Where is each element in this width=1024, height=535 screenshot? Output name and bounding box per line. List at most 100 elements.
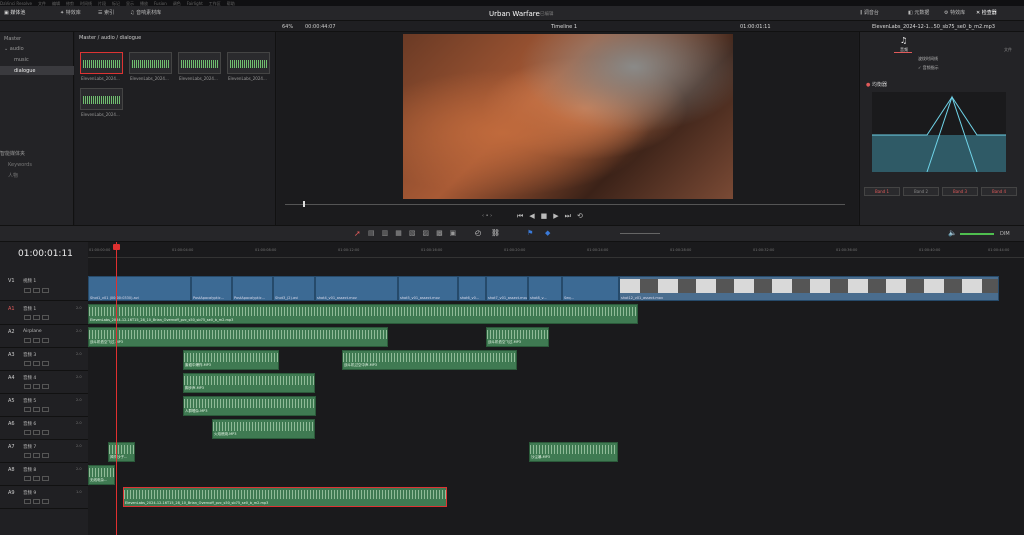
lock-button[interactable] bbox=[24, 407, 31, 412]
selection-tool-icon[interactable]: ➚ bbox=[354, 229, 361, 238]
pool-clip[interactable] bbox=[80, 88, 123, 110]
scrubber-track[interactable] bbox=[285, 204, 845, 205]
jog-control[interactable]: ‹ • › bbox=[482, 213, 492, 219]
video-clip[interactable]: Shot1_v01 (00:00:0330).avi bbox=[88, 276, 191, 301]
track-header-a2[interactable]: A2 Airplane 2.0 bbox=[0, 326, 88, 348]
sound-library-button[interactable]: ♫ 音响素材库 bbox=[130, 9, 161, 16]
video-clip[interactable]: shot7_v01_assect.mov bbox=[486, 276, 528, 301]
track-header-a9[interactable]: A9 音频 9 1.0 bbox=[0, 487, 88, 509]
eq-graph[interactable] bbox=[872, 92, 1006, 172]
zoom-slider[interactable] bbox=[620, 233, 660, 234]
bin-master[interactable]: Master bbox=[4, 36, 21, 42]
video-clip[interactable]: PostApocalyptic... bbox=[232, 276, 273, 301]
track-header-a4[interactable]: A4 音频 4 2.0 bbox=[0, 372, 88, 394]
solo-button[interactable] bbox=[33, 476, 40, 481]
timeline-name[interactable]: Timeline 1 bbox=[551, 24, 577, 30]
lock-button[interactable] bbox=[24, 430, 31, 435]
pool-clip[interactable] bbox=[80, 52, 123, 74]
audio-tab-icon[interactable]: ♫ bbox=[900, 36, 907, 45]
smart-bins[interactable]: 智能媒体夹 bbox=[0, 150, 25, 157]
eq-toggle-icon[interactable]: ● bbox=[866, 82, 870, 88]
edit-index-button[interactable]: ☰ 索引 bbox=[98, 9, 114, 16]
solo-button[interactable] bbox=[33, 499, 40, 504]
pool-clip[interactable] bbox=[227, 52, 270, 74]
effects-button[interactable]: ✦ 特效库 bbox=[60, 9, 81, 16]
eq-band-3[interactable]: Band 3 bbox=[942, 187, 978, 196]
edit-tools[interactable]: ▤▥▦▧▨▩▣ bbox=[368, 229, 463, 237]
link-icon[interactable]: ⛓ bbox=[491, 229, 500, 237]
bin-audio[interactable]: ⌄ audio bbox=[4, 46, 24, 52]
video-clip[interactable]: shot6_v0... bbox=[458, 276, 486, 301]
video-clip[interactable]: Shot3_(2).avi bbox=[273, 276, 315, 301]
pool-clip[interactable] bbox=[129, 52, 172, 74]
audio-clip[interactable]: 风吹沙子... bbox=[108, 442, 135, 462]
audio-clip[interactable]: ElevenLabs_2024-12-16T15_28_10_Brian_Ove… bbox=[88, 304, 638, 324]
metadata-button[interactable]: ◧ 元数据 bbox=[908, 9, 929, 16]
audio-clip[interactable]: 废墟中爆炸.MP3 bbox=[183, 350, 279, 370]
video-clip[interactable]: shot4_v01_assect.mov bbox=[315, 276, 398, 301]
track-header-a7[interactable]: A7 音频 7 2.0 bbox=[0, 441, 88, 463]
audio-clip[interactable]: 脚步声.MP3 bbox=[183, 373, 315, 393]
flag-icon[interactable]: ⚑ bbox=[527, 229, 533, 237]
pool-clip[interactable] bbox=[178, 52, 221, 74]
fairlight-fx-button[interactable]: ⚙ 特效库 bbox=[944, 9, 965, 16]
eq-header[interactable]: ● 均衡器 bbox=[866, 81, 887, 88]
mute-button[interactable] bbox=[42, 499, 49, 504]
eq-band-1[interactable]: Band 1 bbox=[864, 187, 900, 196]
viewer-frame[interactable] bbox=[403, 34, 733, 199]
option-ripple[interactable]: 波纹时间线 bbox=[918, 56, 938, 62]
zoom-level[interactable]: 64% bbox=[282, 24, 293, 30]
media-pool-button[interactable]: ▣ 媒体池 bbox=[4, 9, 25, 16]
smart-bin-people[interactable]: 人物 bbox=[8, 172, 18, 179]
track-header-a5[interactable]: A5 音频 5 2.0 bbox=[0, 395, 88, 417]
playhead[interactable] bbox=[116, 242, 117, 535]
volume-slider[interactable] bbox=[960, 233, 994, 235]
mute-button[interactable] bbox=[42, 453, 49, 458]
audio-clip[interactable]: 战斗机低空飞过.MP3 bbox=[88, 327, 388, 347]
track-header-a3[interactable]: A3 音频 3 2.0 bbox=[0, 349, 88, 371]
scrubber-handle[interactable] bbox=[303, 201, 305, 207]
marker-icon[interactable]: ◆ bbox=[545, 229, 550, 237]
mute-button[interactable] bbox=[42, 361, 49, 366]
video-clip[interactable]: shot8_v... bbox=[528, 276, 562, 301]
audio-clip[interactable]: 无线电杂... bbox=[88, 465, 115, 485]
lock-button[interactable] bbox=[24, 453, 31, 458]
mixer-button[interactable]: ⫼ 调音台 bbox=[860, 9, 879, 16]
track-header-a1[interactable]: A1 音频 1 2.0 bbox=[0, 303, 88, 325]
dim-button[interactable]: DIM bbox=[1000, 231, 1010, 237]
auto-track-button[interactable] bbox=[33, 288, 40, 293]
solo-button[interactable] bbox=[33, 384, 40, 389]
audio-clip[interactable]: 沙尘暴.MP3 bbox=[529, 442, 618, 462]
lock-button[interactable] bbox=[24, 338, 31, 343]
mute-button[interactable] bbox=[42, 407, 49, 412]
audio-clip[interactable]: 战斗机过空中声.MP3 bbox=[342, 350, 517, 370]
lock-button[interactable] bbox=[24, 476, 31, 481]
video-clip[interactable]: Seq... bbox=[562, 276, 619, 301]
track-header-a8[interactable]: A8 音频 8 2.0 bbox=[0, 464, 88, 486]
disable-button[interactable] bbox=[42, 288, 49, 293]
video-clip[interactable]: shot5_v01_assect.mov bbox=[398, 276, 458, 301]
mute-button[interactable] bbox=[42, 430, 49, 435]
smart-bin-keywords[interactable]: Keywords bbox=[8, 162, 32, 168]
bin-dialogue-selected[interactable]: dialogue bbox=[0, 66, 74, 75]
audio-clip[interactable]: 人群嘈杂.MP3 bbox=[183, 396, 316, 416]
playhead-handle[interactable] bbox=[113, 244, 120, 250]
bin-music[interactable]: music bbox=[14, 57, 29, 63]
timeline-tracks[interactable]: 01:00:00:00 01:00:04:00 01:00:08:00 01:0… bbox=[88, 242, 1024, 535]
solo-button[interactable] bbox=[33, 315, 40, 320]
option-audio-indicator[interactable]: ✓ 音频指示 bbox=[918, 65, 939, 71]
inspector-button[interactable]: ✕ 检查器 bbox=[976, 9, 997, 16]
eq-band-2[interactable]: Band 2 bbox=[903, 187, 939, 196]
solo-button[interactable] bbox=[33, 453, 40, 458]
mute-button[interactable] bbox=[42, 476, 49, 481]
mute-button[interactable] bbox=[42, 384, 49, 389]
lock-button[interactable] bbox=[24, 315, 31, 320]
lock-button[interactable] bbox=[24, 499, 31, 504]
mute-button[interactable] bbox=[42, 315, 49, 320]
tab-file[interactable]: 文件 bbox=[1004, 47, 1012, 53]
audio-clip-selected[interactable]: ElevenLabs_2024-12-16T15_28_10_Brian_Ove… bbox=[123, 487, 447, 507]
track-header-a6[interactable]: A6 音频 6 2.0 bbox=[0, 418, 88, 440]
volume-icon[interactable]: 🔈 bbox=[948, 229, 957, 237]
audio-clip[interactable]: 战斗机低空飞过.MP3 bbox=[486, 327, 549, 347]
solo-button[interactable] bbox=[33, 430, 40, 435]
